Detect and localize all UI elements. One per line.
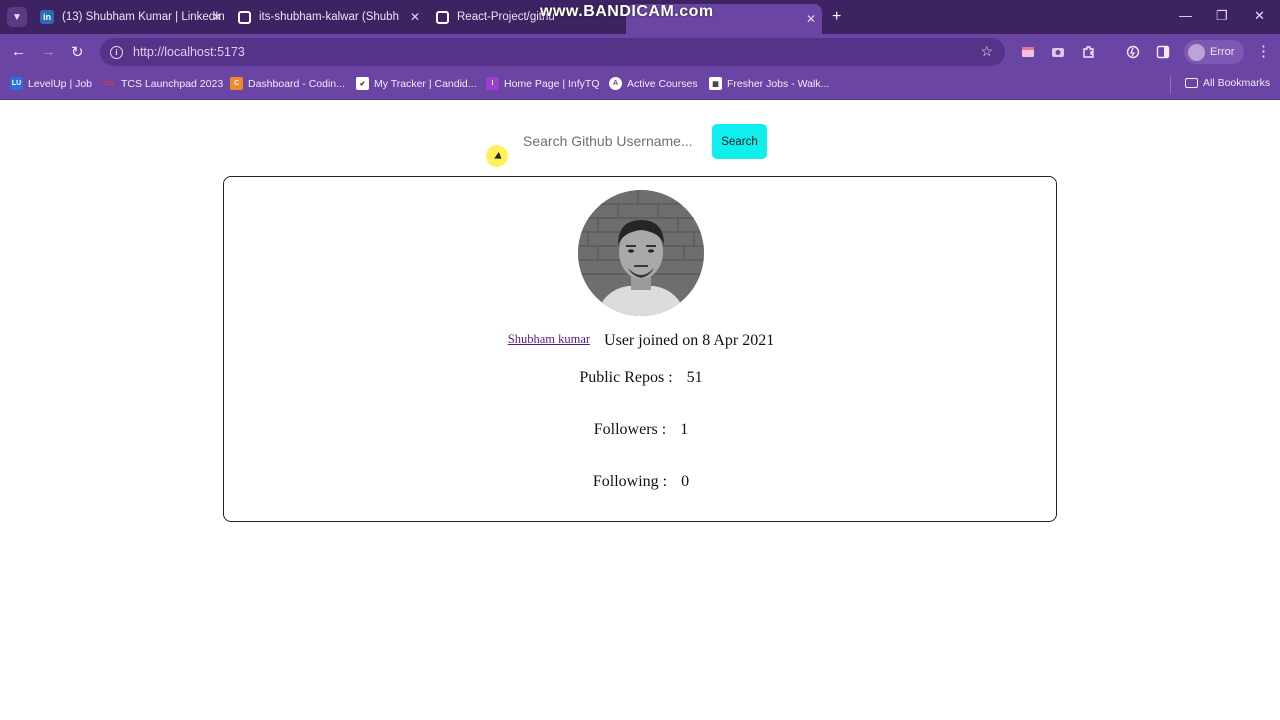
close-icon[interactable]: ✕ — [806, 12, 816, 26]
tab-title: its-shubham-kalwar (Shubham — [259, 11, 399, 23]
tcs-icon: tcs — [104, 80, 115, 87]
profile-status: Error — [1210, 46, 1235, 58]
side-panel-icon[interactable] — [1156, 45, 1170, 59]
search-bar: Search — [0, 124, 1280, 160]
restore-icon[interactable]: ❐ — [1216, 8, 1228, 24]
bookmark-tracker[interactable]: ✔ My Tracker | Candid... — [356, 77, 477, 90]
bookmark-infytq[interactable]: I Home Page | InfyTQ — [486, 77, 600, 90]
search-input[interactable] — [514, 126, 704, 156]
bookmark-tcs[interactable]: tcs TCS Launchpad 2023 — [103, 77, 223, 90]
bookmark-label: Dashboard - Codin... — [248, 77, 345, 90]
bookmark-label: LevelUp | Job — [28, 77, 93, 90]
bookmark-label: Home Page | InfyTQ — [504, 77, 600, 90]
bookmark-label: All Bookmarks — [1203, 77, 1271, 89]
reload-icon[interactable]: ↻ — [71, 43, 84, 61]
tab-linkedin[interactable]: in (13) Shubham Kumar | LinkedIn ✕ — [32, 4, 228, 30]
all-bookmarks-button[interactable]: All Bookmarks — [1185, 77, 1270, 89]
menu-icon[interactable]: ⋮ — [1256, 42, 1271, 60]
tab-github-profile[interactable]: its-shubham-kalwar (Shubham ✕ — [230, 4, 426, 30]
stat-value: 51 — [686, 369, 703, 386]
stat-label: Following : — [592, 473, 668, 490]
browser-toolbar: ← → ↻ i http://localhost:5173 ☆ — [0, 34, 1280, 70]
linkedin-icon: in — [40, 10, 54, 24]
site-info-icon[interactable]: i — [110, 45, 123, 59]
url-text: http://localhost:5173 — [133, 45, 245, 59]
stat-value: 0 — [681, 473, 690, 490]
back-icon[interactable]: ← — [11, 43, 26, 60]
close-icon[interactable]: ✕ — [410, 10, 420, 24]
courses-icon: A — [609, 77, 622, 90]
profile-info-row: Shubham kumar User joined on 8 Apr 2021 — [224, 332, 1058, 350]
tab-search-button[interactable]: ▼ — [7, 7, 27, 27]
tab-title: (13) Shubham Kumar | LinkedIn — [62, 11, 225, 23]
stat-following: Following : 0 — [224, 473, 1058, 491]
address-bar[interactable]: i http://localhost:5173 ☆ — [100, 38, 1005, 66]
minimize-icon[interactable]: — — [1179, 8, 1192, 23]
dashboard-icon: C — [230, 77, 243, 90]
window-close-icon[interactable]: ✕ — [1254, 8, 1265, 24]
bookmarks-divider — [1170, 76, 1171, 94]
bookmark-label: Fresher Jobs - Walk... — [727, 77, 830, 90]
extensions-puzzle-icon[interactable] — [1082, 45, 1096, 59]
bookmark-courses[interactable]: A Active Courses — [609, 77, 698, 90]
bookmark-dashboard[interactable]: C Dashboard - Codin... — [230, 77, 345, 90]
stat-followers: Followers : 1 — [224, 421, 1058, 439]
stat-public-repos: Public Repos : 51 — [224, 369, 1058, 387]
profile-name-link[interactable]: Shubham kumar — [508, 332, 590, 346]
profile-avatar — [1188, 43, 1205, 61]
camera-icon[interactable] — [1051, 45, 1065, 59]
new-tab-button[interactable]: + — [832, 8, 841, 26]
github-icon — [238, 10, 251, 24]
bookmark-label: My Tracker | Candid... — [374, 77, 477, 90]
close-icon[interactable]: ✕ — [212, 10, 222, 24]
forward-icon[interactable]: → — [41, 43, 56, 60]
tracker-icon: ✔ — [356, 77, 369, 90]
bookmarks-bar: LU LevelUp | Job tcs TCS Launchpad 2023 … — [0, 70, 1280, 100]
bookmark-levelup[interactable]: LU LevelUp | Job — [10, 77, 92, 90]
stat-value: 1 — [680, 421, 689, 438]
github-icon — [436, 10, 449, 24]
bookmark-label: TCS Launchpad 2023 — [121, 77, 224, 90]
jobs-icon: ▦ — [709, 77, 722, 90]
stat-label: Public Repos : — [579, 369, 673, 386]
bookmark-star-icon[interactable]: ☆ — [980, 43, 993, 60]
folder-icon — [1185, 78, 1198, 88]
stat-label: Followers : — [593, 421, 667, 438]
profile-avatar-photo — [578, 190, 704, 316]
levelup-icon: LU — [10, 77, 23, 90]
bookmark-jobs[interactable]: ▦ Fresher Jobs - Walk... — [709, 77, 829, 90]
profile-card: Shubham kumar User joined on 8 Apr 2021 P… — [223, 176, 1057, 522]
infytq-icon: I — [486, 77, 499, 90]
performance-icon[interactable] — [1126, 45, 1140, 59]
joined-date: User joined on 8 Apr 2021 — [604, 332, 775, 349]
profile-button[interactable]: Error — [1184, 40, 1244, 64]
extension-icon[interactable] — [1021, 45, 1035, 59]
bookmark-label: Active Courses — [627, 77, 698, 90]
watermark: www.BANDICAM.com — [540, 3, 714, 20]
search-button[interactable]: Search — [712, 124, 767, 159]
